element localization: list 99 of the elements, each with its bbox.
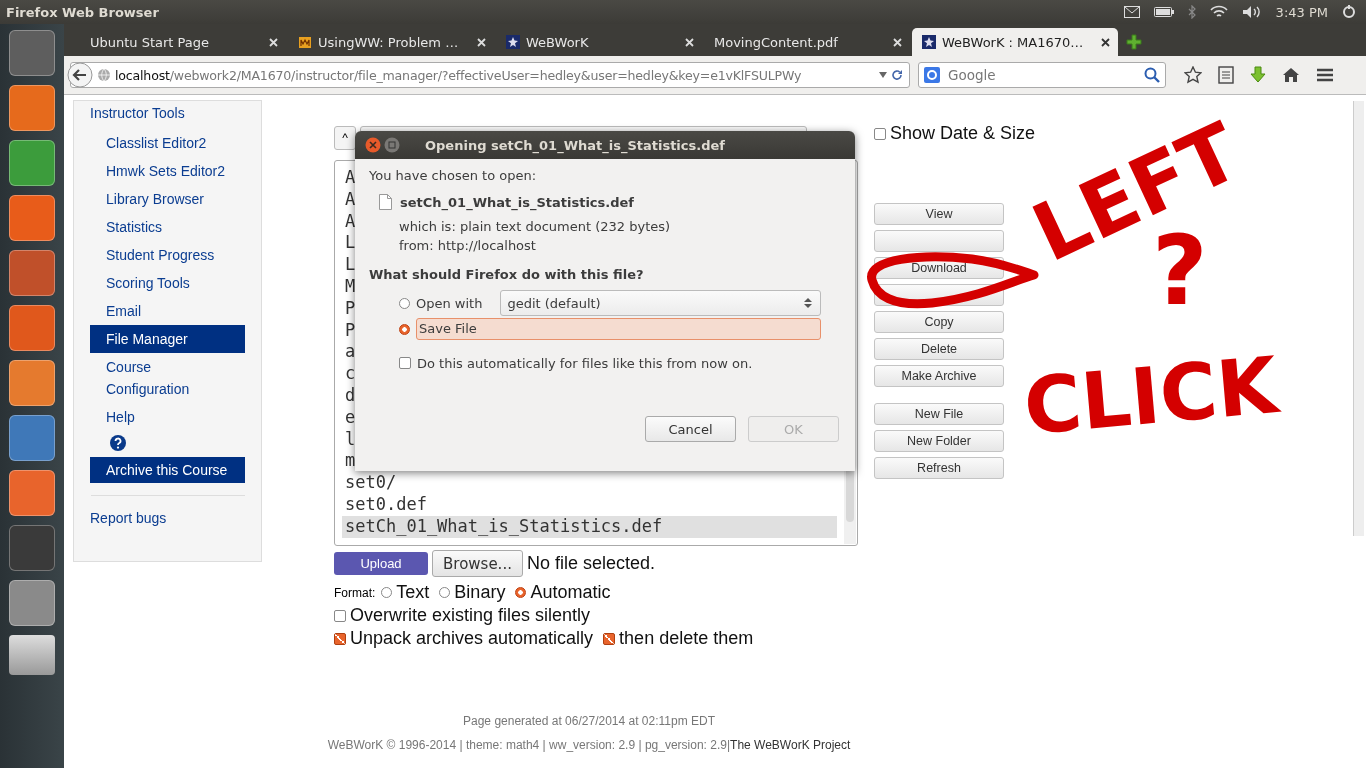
sidebar-link[interactable]: Statistics xyxy=(90,213,245,241)
radio-button[interactable] xyxy=(515,587,527,598)
action-button[interactable]: View xyxy=(874,203,1004,225)
sidebar-link[interactable]: Scoring Tools xyxy=(90,269,245,297)
sidebar-link[interactable]: Course Configuration xyxy=(90,353,245,403)
help-icon[interactable] xyxy=(110,435,126,451)
option-label: Text xyxy=(396,582,430,603)
action-button[interactable]: Refresh xyxy=(874,457,1004,479)
radio-button[interactable] xyxy=(439,587,451,598)
dialog-question: What should Firefox do with this file? xyxy=(369,267,645,282)
search-engine-icon xyxy=(924,67,942,83)
browser-tab[interactable]: MovingContent.pdf xyxy=(704,28,910,56)
project-link[interactable]: The WeBWorK Project xyxy=(730,738,851,752)
clock: 3:43 PM xyxy=(1275,4,1328,20)
checkbox-label: then delete them xyxy=(619,628,754,649)
sidebar-link[interactable]: File Manager xyxy=(90,325,245,353)
radio-button[interactable] xyxy=(381,587,393,598)
application-dropdown[interactable]: gedit (default) xyxy=(500,290,821,316)
file-status: No file selected. xyxy=(526,553,655,574)
bluetooth-icon xyxy=(1187,5,1196,19)
browser-tab[interactable]: Ubuntu Start Page xyxy=(80,28,286,56)
globe-icon xyxy=(97,68,111,82)
tab-title: MovingContent.pdf xyxy=(714,34,839,50)
wiki-icon xyxy=(298,35,312,49)
action-button[interactable]: Make Archive xyxy=(874,365,1004,387)
browse-button[interactable]: Browse... xyxy=(432,550,523,577)
file-name: setCh_01_What_is_Statistics.def xyxy=(400,194,635,210)
tab-title: WeBWorK xyxy=(526,34,590,50)
mail-icon xyxy=(1123,6,1140,18)
option-label: Open with xyxy=(416,295,483,311)
sidebar-link[interactable]: Classlist Editor2 xyxy=(90,129,245,157)
new-tab-icon[interactable] xyxy=(1126,34,1142,50)
cancel-button[interactable]: Cancel xyxy=(645,416,736,442)
browser-tab[interactable]: WeBWorK : MA1670… xyxy=(912,28,1118,56)
star-logo-icon xyxy=(506,35,520,49)
sidebar-link[interactable]: Student Progress xyxy=(90,241,245,269)
action-button[interactable]: Delete xyxy=(874,338,1004,360)
sidebar-link[interactable]: Hmwk Sets Editor2 xyxy=(90,157,245,185)
option-label: Automatic xyxy=(530,582,611,603)
sidebar-link[interactable]: Help xyxy=(90,403,245,431)
archive-button[interactable]: Archive this Course xyxy=(90,457,245,483)
home-icon[interactable] xyxy=(1282,67,1300,83)
checkbox-label: Do this automatically for files like this from now on. xyxy=(417,355,753,371)
star-logo-icon xyxy=(922,35,936,49)
browser-tab[interactable]: WeBWorK xyxy=(496,28,702,56)
battery-icon xyxy=(1153,7,1174,17)
close-icon[interactable] xyxy=(1101,37,1110,47)
dropdown-icon xyxy=(879,72,887,78)
bookmark-star-icon[interactable] xyxy=(1184,66,1202,84)
menu-icon[interactable] xyxy=(1316,67,1334,83)
radio-button[interactable] xyxy=(399,297,410,309)
dialog-text: You have chosen to open: xyxy=(369,168,538,183)
wifi-icon xyxy=(1209,5,1228,19)
action-button[interactable]: Copy xyxy=(874,311,1004,333)
checkbox[interactable] xyxy=(334,609,346,622)
sidebar-link[interactable]: Email xyxy=(90,297,245,325)
checkbox-label: Overwrite existing files silently xyxy=(350,605,591,626)
report-bugs-link[interactable]: Report bugs xyxy=(90,510,261,526)
search-bar[interactable]: Google xyxy=(918,62,1166,88)
url-text: localhost/webwork2/MA1670/instructor/file_manager/?effectiveUser=hedley&user=hedley&key=e1vKlFSULPWy xyxy=(115,67,803,83)
app-title: Firefox Web Browser xyxy=(6,4,159,20)
checkbox[interactable] xyxy=(399,357,411,369)
handwritten-note: CLICK xyxy=(1021,346,1281,446)
action-button[interactable]: New File xyxy=(874,403,1004,425)
format-label: Format: xyxy=(334,585,376,600)
spinner-arrows-icon xyxy=(804,297,812,309)
checkbox-label: Unpack archives automatically xyxy=(350,628,594,649)
reading-list-icon[interactable] xyxy=(1218,66,1234,84)
tab-title: UsingWW: Problem … xyxy=(318,34,460,50)
checkbox[interactable] xyxy=(874,127,886,140)
reload-icon[interactable] xyxy=(891,69,903,81)
option-label: Binary xyxy=(454,582,506,603)
sidebar-link[interactable]: Instructor Tools xyxy=(90,105,261,121)
tab-title: WeBWorK : MA1670… xyxy=(942,34,1085,50)
search-icon[interactable] xyxy=(1144,67,1160,83)
upload-button[interactable]: Upload xyxy=(334,552,428,575)
volume-icon xyxy=(1241,5,1262,19)
address-bar[interactable]: localhost/webwork2/MA1670/instructor/file_manager/?effectiveUser=hedley&user=hedley&key=e1vKlFSULPWy xyxy=(70,62,910,88)
generated-text: Page generated at 06/27/2014 at 02:11pm EDT xyxy=(463,714,715,728)
maximize-icon[interactable] xyxy=(384,137,400,153)
checkbox[interactable] xyxy=(334,632,346,645)
file-name[interactable]: setCh_01_What_is_Statistics.def xyxy=(342,515,837,538)
option-label[interactable]: Save File xyxy=(416,318,821,340)
action-button[interactable]: New Folder xyxy=(874,430,1004,452)
dialog-title: Opening setCh_01_What_is_Statistics.def xyxy=(425,137,725,153)
radio-button[interactable] xyxy=(399,323,410,335)
download-icon[interactable] xyxy=(1250,66,1266,84)
checkbox[interactable] xyxy=(603,632,616,645)
back-icon[interactable] xyxy=(67,62,93,88)
up-button[interactable]: ^ xyxy=(334,126,356,150)
file-name[interactable]: set0/ xyxy=(342,472,837,494)
credits-text: WeBWorK © 1996-2014 | theme: math4 | ww_version: 2.9 | pg_version: 2.9| xyxy=(327,738,731,752)
browser-tab[interactable]: UsingWW: Problem … xyxy=(288,28,494,56)
file-type-text: which is: plain text document (232 bytes) xyxy=(399,219,672,234)
scrollbar[interactable] xyxy=(1353,101,1364,536)
sidebar-link[interactable]: Library Browser xyxy=(90,185,245,213)
file-source-text: from: http://localhost xyxy=(399,238,537,253)
file-name[interactable]: set0.def xyxy=(342,493,837,516)
tab-title: Ubuntu Start Page xyxy=(90,34,211,50)
